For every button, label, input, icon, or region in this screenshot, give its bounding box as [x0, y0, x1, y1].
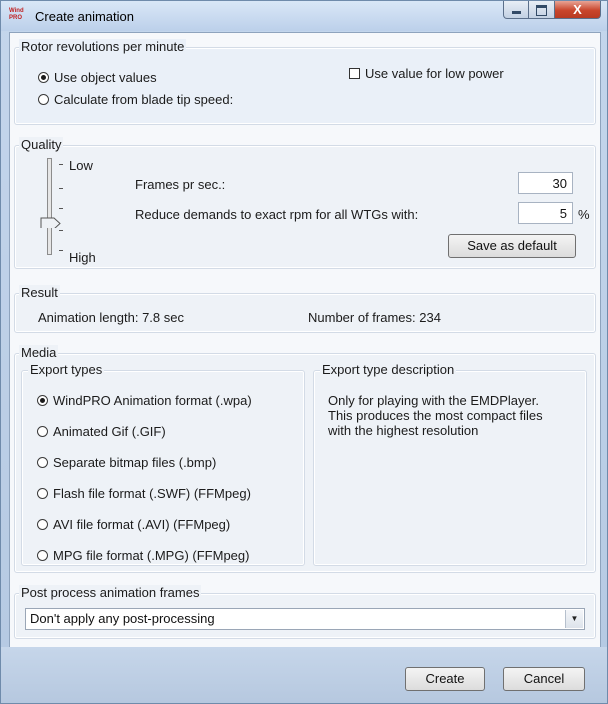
number-of-frames: Number of frames: 234 — [308, 310, 441, 325]
windpro-app-icon: Wind PRO — [9, 8, 24, 21]
export-radio-bmp[interactable] — [37, 457, 48, 468]
quality-group-title: Quality — [19, 137, 64, 152]
quality-low-label: Low — [69, 158, 93, 173]
save-as-default-button[interactable]: Save as default — [448, 234, 576, 258]
export-option-swf: Flash file format (.SWF) (FFMpeg) — [53, 486, 251, 501]
maximize-button[interactable] — [529, 1, 555, 19]
slider-tick — [59, 250, 63, 251]
rotor-group-title: Rotor revolutions per minute — [19, 39, 187, 54]
export-radio-swf[interactable] — [37, 488, 48, 499]
result-group-title: Result — [19, 285, 60, 300]
export-option-gif: Animated Gif (.GIF) — [53, 424, 166, 439]
post-process-selected-value: Don't apply any post-processing — [30, 611, 215, 626]
export-option-bmp: Separate bitmap files (.bmp) — [53, 455, 217, 470]
post-process-group: Post process animation frames Don't appl… — [14, 585, 596, 639]
quality-high-label: High — [69, 250, 96, 265]
rotor-radio-blade-tip[interactable] — [38, 94, 49, 105]
window-title: Create animation — [35, 9, 134, 24]
reduce-label: Reduce demands to exact rpm for all WTGs… — [135, 207, 419, 222]
export-radio-gif[interactable] — [37, 426, 48, 437]
slider-tick — [59, 208, 63, 209]
media-group: Media Export types WindPRO Animation for… — [14, 345, 596, 573]
window-controls: X — [503, 1, 601, 21]
title-bar[interactable]: Wind PRO Create animation X — [1, 1, 607, 31]
minimize-button[interactable] — [503, 1, 529, 19]
rotor-group: Rotor revolutions per minute Use object … — [14, 39, 596, 125]
dialog-footer: Create Cancel — [1, 647, 607, 703]
slider-tick — [59, 164, 63, 165]
close-button[interactable]: X — [555, 1, 601, 19]
export-radio-wpa[interactable] — [37, 395, 48, 406]
post-process-title: Post process animation frames — [19, 585, 202, 600]
slider-tick — [59, 188, 63, 189]
animation-length: Animation length: 7.8 sec — [38, 310, 184, 325]
slider-tick — [59, 230, 63, 231]
low-power-checkbox[interactable] — [349, 68, 360, 79]
quality-slider-track[interactable] — [47, 158, 52, 255]
low-power-label: Use value for low power — [365, 66, 504, 81]
export-option-avi: AVI file format (.AVI) (FFMpeg) — [53, 517, 231, 532]
reduce-input[interactable]: 5 — [518, 202, 573, 224]
media-group-title: Media — [19, 345, 59, 360]
reduce-unit: % — [578, 207, 590, 222]
result-group: Result Animation length: 7.8 sec Number … — [14, 285, 596, 333]
quality-slider-thumb[interactable] — [40, 217, 62, 228]
rotor-option-blade-tip: Calculate from blade tip speed: — [54, 92, 234, 107]
dropdown-arrow-icon[interactable]: ▼ — [565, 610, 583, 628]
export-description-text: Only for playing with the EMDPlayer. Thi… — [328, 393, 543, 438]
dialog-content: Rotor revolutions per minute Use object … — [9, 32, 601, 648]
dialog-window: Wind PRO Create animation X Rotor revolu… — [0, 0, 608, 704]
rotor-radio-object-values[interactable] — [38, 72, 49, 83]
frames-label: Frames pr sec.: — [135, 177, 226, 192]
export-radio-avi[interactable] — [37, 519, 48, 530]
create-button[interactable]: Create — [405, 667, 485, 691]
export-description-title: Export type description — [320, 362, 457, 377]
close-icon: X — [573, 2, 582, 17]
export-description-group: Export type description Only for playing… — [313, 362, 587, 566]
export-option-wpa: WindPRO Animation format (.wpa) — [53, 393, 252, 408]
export-types-group: Export types WindPRO Animation format (.… — [21, 362, 305, 566]
post-process-select[interactable]: Don't apply any post-processing ▼ — [25, 608, 585, 630]
export-radio-mpg[interactable] — [37, 550, 48, 561]
frames-input[interactable]: 30 — [518, 172, 573, 194]
rotor-option-object-values: Use object values — [54, 70, 157, 85]
export-types-title: Export types — [28, 362, 105, 377]
quality-group: Quality Low High Frames pr sec.: 30 Redu… — [14, 137, 596, 269]
cancel-button[interactable]: Cancel — [503, 667, 585, 691]
export-option-mpg: MPG file format (.MPG) (FFMpeg) — [53, 548, 250, 563]
